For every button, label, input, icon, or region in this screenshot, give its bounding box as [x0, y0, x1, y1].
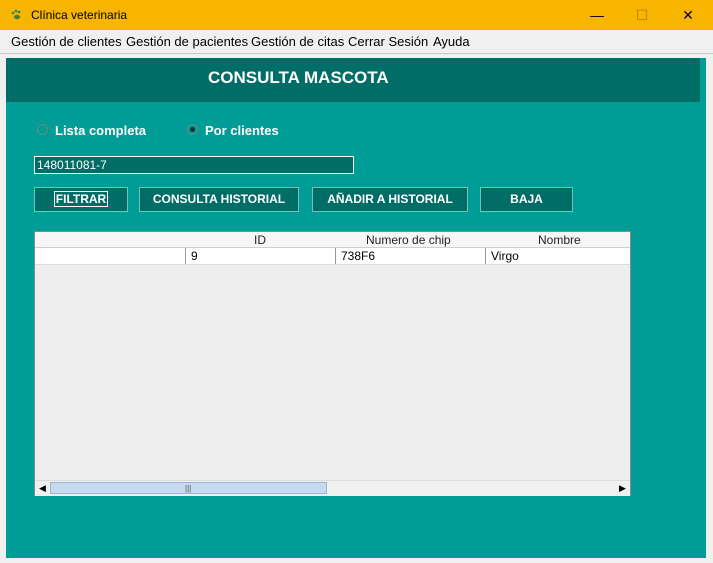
scroll-right-icon[interactable]: ▶	[615, 481, 630, 496]
table-row[interactable]: 9 738F6 Virgo	[35, 248, 630, 265]
cell-chip: 738F6	[335, 248, 485, 264]
menu-ayuda[interactable]: Ayuda	[433, 34, 470, 49]
cell-nombre: Virgo	[485, 248, 630, 264]
cell-blank	[35, 248, 185, 264]
radio-lista-completa-label: Lista completa	[55, 123, 147, 138]
header-band: CONSULTA MASCOTA	[6, 58, 700, 102]
client-id-input[interactable]	[34, 156, 354, 174]
page-title: CONSULTA MASCOTA	[208, 68, 389, 87]
pets-table: ID Numero de chip Nombre 9 738F6 Virgo ◀…	[34, 231, 631, 496]
filter-button[interactable]: FILTRAR	[34, 187, 128, 212]
filter-button-label: FILTRAR	[53, 191, 109, 207]
radio-button-unchecked[interactable]	[37, 124, 48, 135]
radio-button-checked[interactable]	[187, 124, 198, 135]
window-title-bar: Clínica veterinaria — ☐ ✕	[0, 0, 713, 30]
radio-por-clientes-label: Por clientes	[205, 123, 279, 138]
maximize-button[interactable]: ☐	[619, 0, 665, 30]
grip-icon: |||	[185, 484, 192, 493]
close-button[interactable]: ✕	[665, 0, 711, 30]
paw-icon	[11, 9, 21, 20]
main-panel: CONSULTA MASCOTA Lista completa Por clie…	[6, 58, 706, 558]
menu-gestion-clientes[interactable]: Gestión de clientes	[11, 34, 122, 49]
baja-button[interactable]: BAJA	[480, 187, 573, 212]
menu-gestion-citas[interactable]: Gestión de citas	[251, 34, 344, 49]
window-title: Clínica veterinaria	[31, 8, 128, 22]
horizontal-scrollbar[interactable]: ◀ ||| ▶	[35, 480, 630, 496]
table-header: ID Numero de chip Nombre	[35, 232, 630, 248]
minimize-button[interactable]: —	[574, 0, 620, 30]
column-header-chip[interactable]: Numero de chip	[366, 233, 451, 247]
anadir-historial-button[interactable]: AÑADIR A HISTORIAL	[312, 187, 468, 212]
cell-id: 9	[185, 248, 335, 264]
scroll-thumb[interactable]: |||	[50, 482, 327, 494]
menu-bar: Gestión de clientes Gestión de pacientes…	[0, 30, 713, 54]
consulta-historial-button[interactable]: CONSULTA HISTORIAL	[139, 187, 299, 212]
menu-gestion-pacientes[interactable]: Gestión de pacientes	[126, 34, 248, 49]
scroll-left-icon[interactable]: ◀	[35, 481, 50, 496]
menu-cerrar-sesion[interactable]: Cerrar Sesión	[348, 34, 428, 49]
column-header-nombre[interactable]: Nombre	[538, 233, 581, 247]
column-header-id[interactable]: ID	[254, 233, 266, 247]
